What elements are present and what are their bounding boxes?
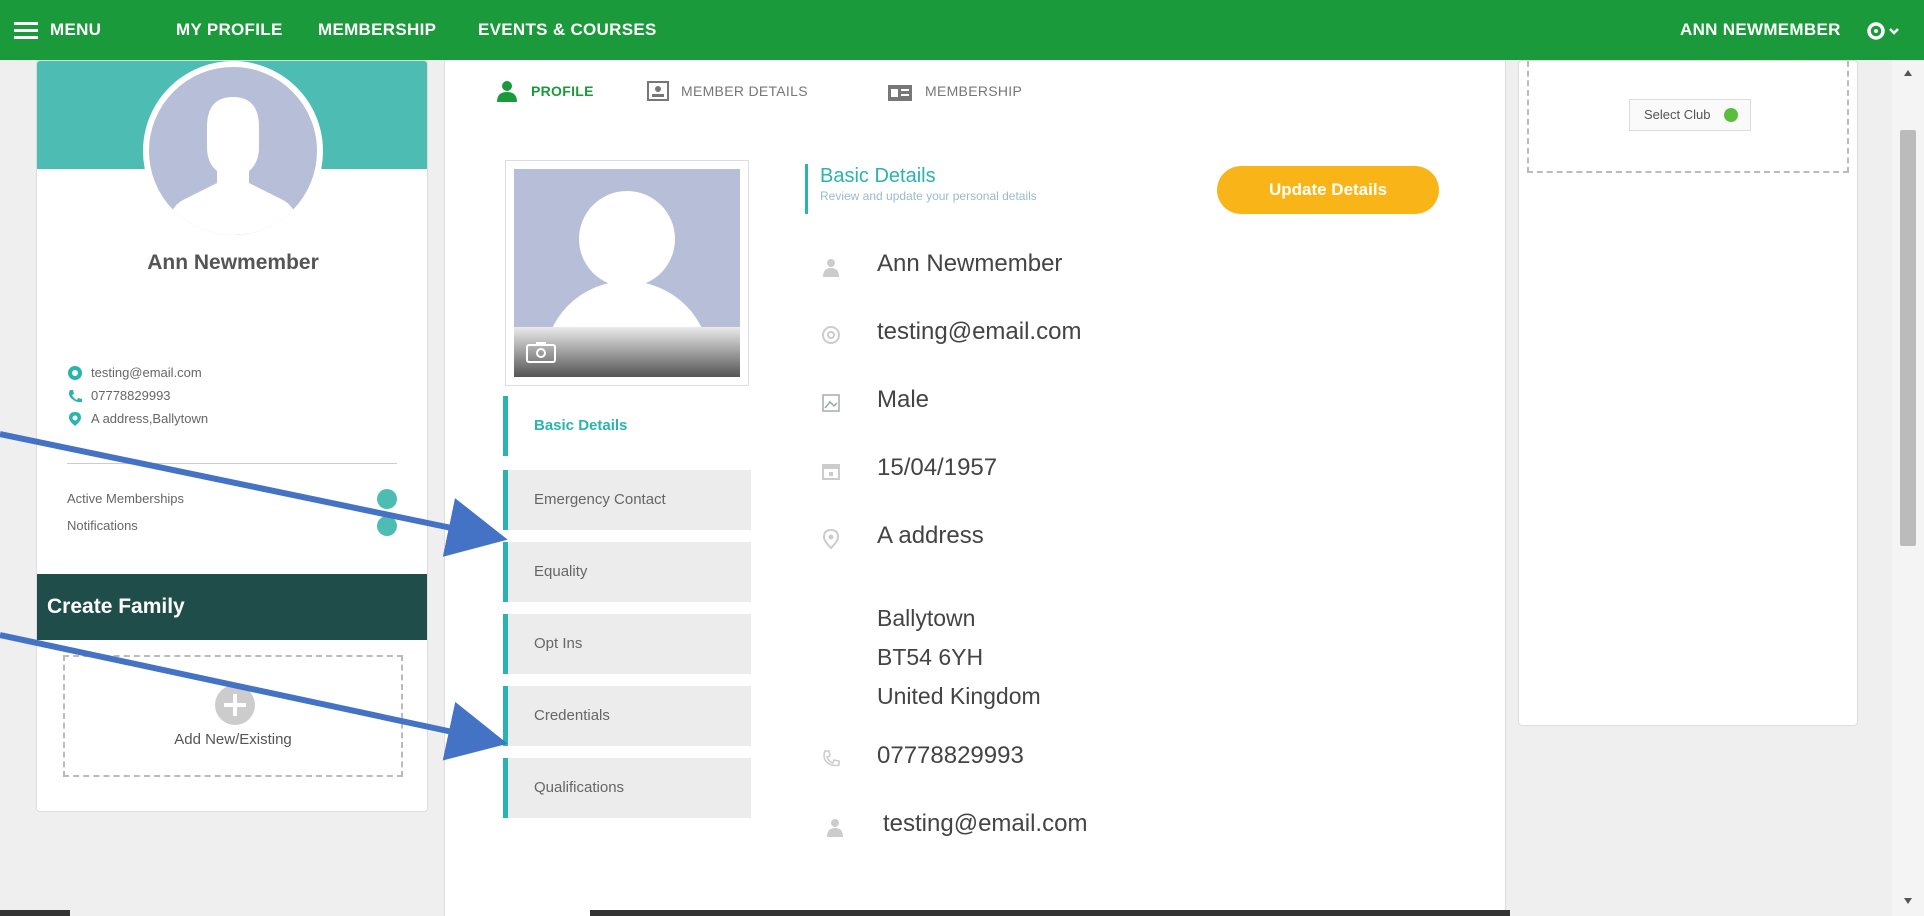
add-new-existing-label: Add New/Existing bbox=[174, 731, 292, 748]
scroll-thumb[interactable] bbox=[1900, 130, 1916, 546]
field-username-value: testing@email.com bbox=[883, 810, 1088, 837]
club-card: Select Club bbox=[1518, 60, 1858, 726]
tab-member-details[interactable]: MEMBER DETAILS bbox=[647, 76, 857, 106]
tab-membership-label: MEMBERSHIP bbox=[925, 83, 1023, 99]
field-phone-value: 07778829993 bbox=[877, 742, 1024, 769]
profile-name: Ann Newmember bbox=[147, 251, 319, 274]
user-settings-icon[interactable] bbox=[1866, 21, 1906, 41]
person-icon bbox=[821, 254, 841, 277]
page-scrollbar[interactable] bbox=[1892, 60, 1924, 916]
membership-card-icon bbox=[887, 82, 913, 112]
broken-image-icon bbox=[821, 390, 841, 412]
field-email-value: testing@email.com bbox=[877, 318, 1082, 345]
update-details-button[interactable]: Update Details bbox=[1217, 166, 1439, 214]
section-title: Basic Details bbox=[820, 165, 936, 187]
contact-email-text: testing@email.com bbox=[91, 365, 202, 380]
avatar bbox=[143, 61, 323, 241]
scroll-up-arrow-icon[interactable] bbox=[1904, 70, 1912, 76]
person-icon bbox=[495, 80, 519, 112]
address-line-3: BT54 6YH bbox=[877, 644, 984, 670]
location-pin-icon bbox=[821, 526, 841, 550]
nav-events-courses[interactable]: EVENTS & COURSES bbox=[478, 0, 657, 60]
add-family-member-box[interactable]: Add New/Existing bbox=[63, 655, 403, 777]
nav-user-name[interactable]: ANN NEWMEMBER bbox=[1680, 0, 1841, 60]
active-memberships-row[interactable]: Active Memberships bbox=[67, 489, 397, 509]
calendar-icon bbox=[821, 458, 841, 480]
profile-photo[interactable] bbox=[505, 160, 749, 386]
profile-summary-card: Ann Newmember testing@email.com 07778829… bbox=[36, 60, 428, 812]
scroll-down-arrow-icon[interactable] bbox=[1904, 898, 1912, 904]
side-tab-equality[interactable]: Equality bbox=[503, 542, 751, 602]
tab-membership[interactable]: MEMBERSHIP bbox=[887, 76, 1067, 106]
email-icon bbox=[67, 365, 83, 381]
contact-phone-text: 07778829993 bbox=[91, 388, 171, 403]
contact-address-text: A address,Ballytown bbox=[91, 411, 209, 426]
select-club-label: Select Club bbox=[1644, 107, 1711, 122]
club-selector-box: Select Club bbox=[1527, 61, 1849, 173]
profile-photo-placeholder bbox=[514, 169, 740, 377]
address-line-2: Ballytown bbox=[877, 605, 976, 631]
side-tab-qualifications[interactable]: Qualifications bbox=[503, 758, 751, 818]
profile-main-panel: PROFILE MEMBER DETAILS MEMBERSHIP Basic … bbox=[444, 60, 1506, 916]
field-name-value: Ann Newmember bbox=[877, 250, 1063, 277]
divider bbox=[67, 463, 397, 464]
nav-menu[interactable]: MENU bbox=[50, 0, 101, 60]
select-club-icon bbox=[1724, 108, 1738, 122]
select-club-button[interactable]: Select Club bbox=[1629, 99, 1751, 131]
side-tab-basic-details[interactable]: Basic Details bbox=[503, 396, 751, 456]
location-pin-icon bbox=[67, 411, 83, 427]
active-memberships-label: Active Memberships bbox=[67, 491, 185, 506]
plus-icon bbox=[215, 685, 255, 725]
top-nav-bar: MENU MY PROFILE MEMBERSHIP EVENTS & COUR… bbox=[0, 0, 1924, 60]
side-tab-emergency-contact[interactable]: Emergency Contact bbox=[503, 470, 751, 530]
hamburger-menu-icon[interactable] bbox=[14, 22, 38, 40]
nav-membership[interactable]: MEMBERSHIP bbox=[318, 0, 436, 60]
field-dob-value: 15/04/1957 bbox=[877, 454, 998, 481]
address-line-4: United Kingdom bbox=[877, 683, 1041, 709]
create-family-button[interactable]: Create Family bbox=[37, 574, 427, 640]
section-header: Basic Details Review and update your per… bbox=[805, 164, 1037, 214]
field-address-value: A address bbox=[877, 522, 984, 549]
at-sign-icon bbox=[821, 322, 841, 344]
phone-icon bbox=[821, 746, 841, 767]
tab-member-details-label: MEMBER DETAILS bbox=[681, 83, 808, 99]
phone-icon bbox=[67, 388, 83, 404]
field-gender-value: Male bbox=[877, 386, 930, 413]
bottom-strip-left bbox=[0, 910, 70, 916]
notifications-badge bbox=[377, 516, 397, 536]
tab-profile-label: PROFILE bbox=[531, 83, 594, 99]
id-card-icon bbox=[647, 81, 669, 111]
active-memberships-badge bbox=[377, 489, 397, 509]
notifications-row[interactable]: Notifications bbox=[67, 516, 397, 536]
nav-my-profile[interactable]: MY PROFILE bbox=[176, 0, 283, 60]
section-subtitle: Review and update your personal details bbox=[820, 189, 1037, 203]
camera-icon[interactable] bbox=[526, 341, 556, 363]
side-tab-credentials[interactable]: Credentials bbox=[503, 686, 751, 746]
person-icon bbox=[825, 814, 845, 837]
notifications-label: Notifications bbox=[67, 518, 138, 533]
tab-profile[interactable]: PROFILE bbox=[495, 76, 625, 106]
side-tab-opt-ins[interactable]: Opt Ins bbox=[503, 614, 751, 674]
photo-head bbox=[579, 191, 675, 287]
bottom-strip-right bbox=[590, 910, 1510, 916]
